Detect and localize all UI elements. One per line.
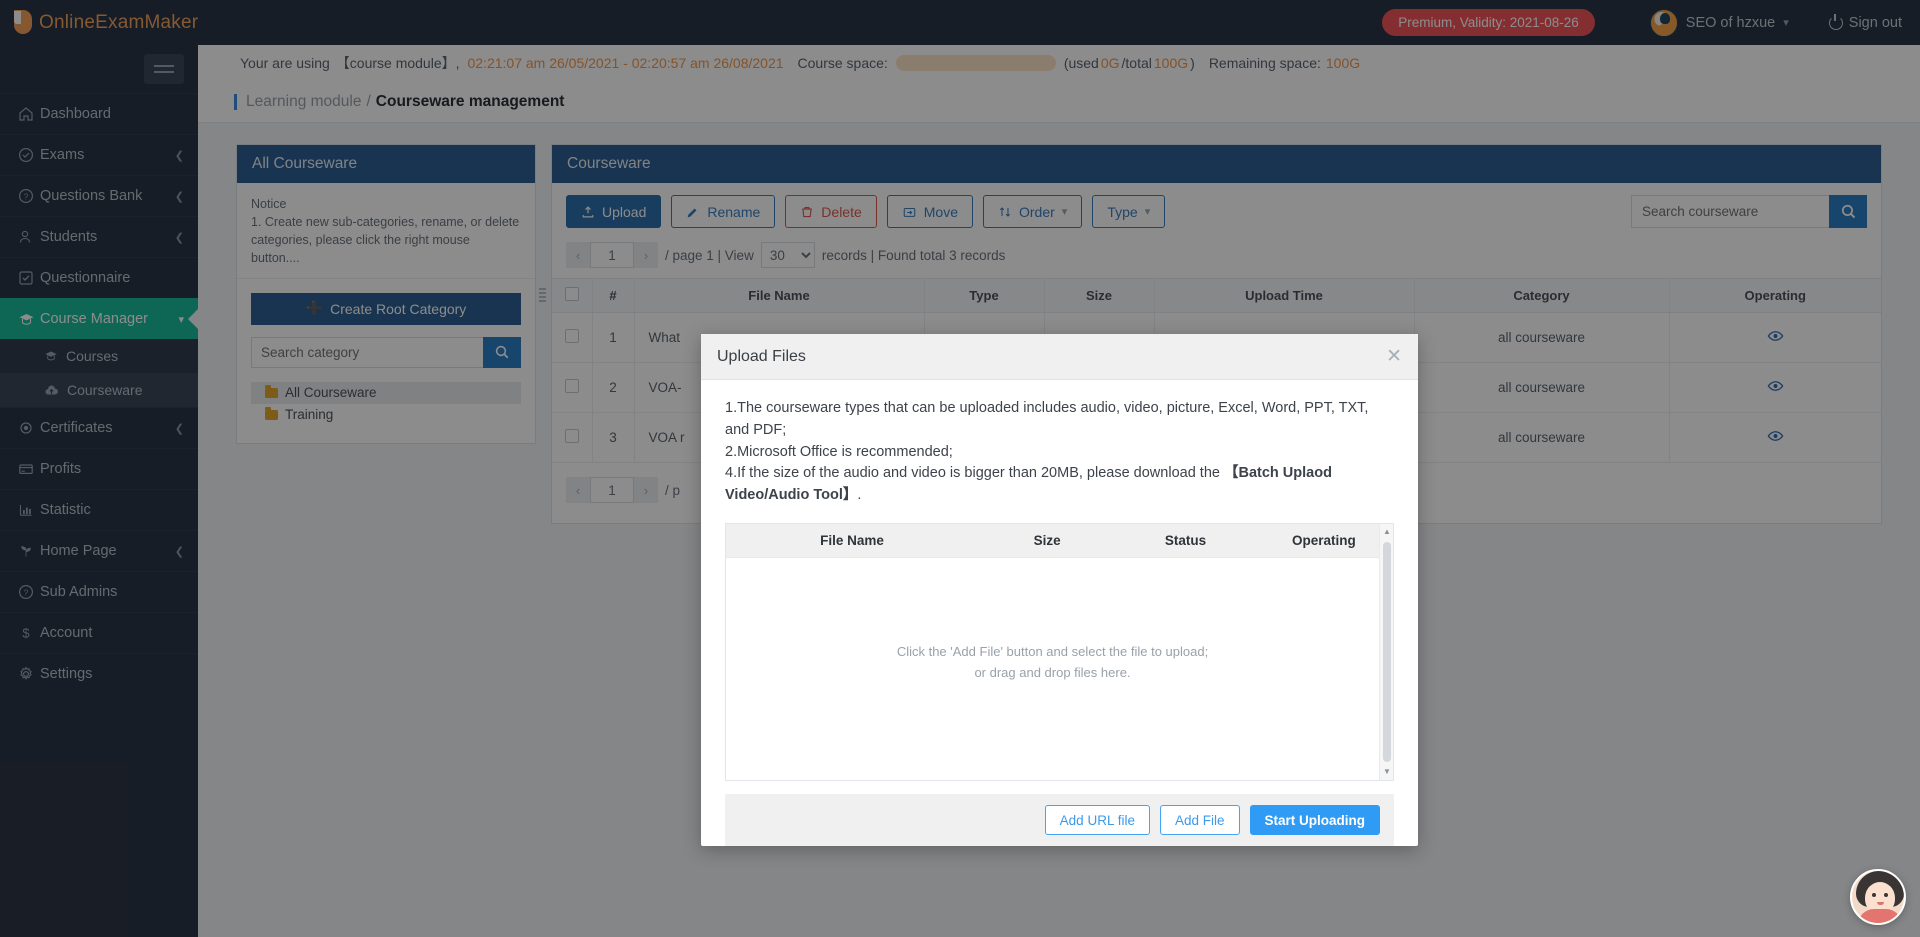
file-list-scrollbar[interactable]: ▲ ▼	[1379, 523, 1394, 780]
close-icon[interactable]: ✕	[1386, 347, 1402, 366]
drop-hint-line-2: or drag and drop files here.	[974, 664, 1131, 680]
upload-files-modal: Upload Files ✕ 1.The courseware types th…	[701, 334, 1418, 846]
upload-note-3-text: 4.If the size of the audio and video is …	[725, 465, 1220, 482]
scroll-up-arrow-icon[interactable]: ▲	[1380, 524, 1394, 540]
assistant-body	[1858, 909, 1902, 923]
upload-note-1: 1.The courseware types that can be uploa…	[725, 400, 1369, 438]
scroll-down-arrow-icon[interactable]: ▼	[1380, 764, 1394, 780]
upload-instructions: 1.The courseware types that can be uploa…	[725, 398, 1394, 507]
modal-header: Upload Files ✕	[701, 334, 1418, 380]
modal-footer: Add URL file Add File Start Uploading	[725, 794, 1394, 846]
assistant-eye	[1884, 893, 1888, 897]
filelist-column-file-name: File Name	[820, 532, 884, 548]
upload-file-list: File Name Size Status Operating Click th…	[725, 522, 1394, 781]
upload-note-3-period: .	[857, 487, 862, 503]
filelist-column-status: Status	[1164, 532, 1207, 548]
upload-note-2: 2.Microsoft Office is recommended;	[725, 443, 953, 460]
start-uploading-button[interactable]: Start Uploading	[1249, 805, 1380, 835]
scrollbar-thumb[interactable]	[1383, 541, 1391, 762]
upload-file-list-header: File Name Size Status Operating	[726, 523, 1393, 558]
support-assistant-avatar[interactable]	[1850, 869, 1906, 925]
modal-body: 1.The courseware types that can be uploa…	[701, 380, 1418, 781]
upload-note-3: 4.If the size of the audio and video is …	[725, 463, 1394, 507]
assistant-eye	[1872, 893, 1876, 897]
modal-title: Upload Files	[717, 347, 806, 365]
add-url-file-button[interactable]: Add URL file	[1044, 805, 1150, 835]
add-file-button[interactable]: Add File	[1159, 805, 1240, 835]
filelist-column-operating: Operating	[1291, 532, 1356, 548]
drop-hint-line-1: Click the 'Add File' button and select t…	[896, 643, 1209, 659]
filelist-column-size: Size	[1033, 532, 1061, 548]
drop-zone-hint[interactable]: Click the 'Add File' button and select t…	[726, 642, 1379, 684]
